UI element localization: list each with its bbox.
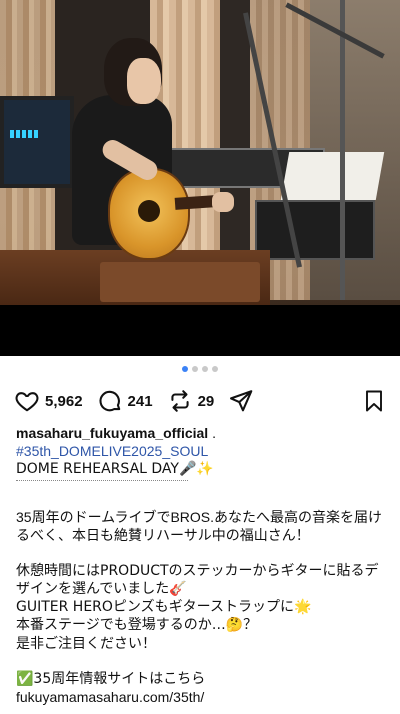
caption-divider: [16, 480, 188, 481]
repost-count: 29: [197, 392, 215, 410]
carousel-indicator: [0, 366, 400, 378]
share-icon: [230, 390, 253, 412]
caption-headline: DOME REHEARSAL DAY🎤✨: [16, 461, 214, 477]
hashtag-link[interactable]: #35th_DOMELIVE2025_SOUL: [16, 442, 388, 460]
comment-icon: [99, 390, 120, 412]
save-button[interactable]: [362, 388, 386, 419]
carousel-dot: [192, 366, 198, 372]
like-button[interactable]: 5,962: [14, 388, 83, 414]
carousel-dot: [202, 366, 208, 372]
caption-line: GUITER HEROピンズもギターストラップに🌟: [16, 599, 312, 615]
repost-icon: [170, 390, 189, 412]
post-photo[interactable]: [0, 0, 400, 356]
post-action-bar: 5,962 241 29: [14, 386, 386, 416]
rehearsal-photo: [0, 0, 400, 305]
caption-link-intro: ✅35周年情報サイトはこちら: [16, 671, 206, 687]
comment-count: 241: [127, 392, 153, 410]
external-link[interactable]: fukuyamamasaharu.com/35th/: [16, 688, 388, 706]
username-suffix: .: [208, 425, 216, 441]
repost-button[interactable]: 29: [167, 388, 215, 414]
carousel-dot-active: [182, 366, 188, 372]
bookmark-icon: [366, 390, 382, 412]
caption-paragraph: 休憩時間にはPRODUCTのステッカーからギターに貼るデザインを選んでいました🎸: [16, 563, 379, 597]
caption-paragraph: 35周年のドームライブでBROS.あなたへ最高の音楽を届けるべく、本日も絶賛リハ…: [16, 509, 383, 543]
comment-button[interactable]: 241: [97, 388, 153, 414]
username-link[interactable]: masaharu_fukuyama_official: [16, 425, 208, 441]
caption-line: 是非ご注目ください！: [16, 635, 156, 651]
carousel-dot: [212, 366, 218, 372]
heart-icon: [15, 392, 39, 412]
share-button[interactable]: [228, 388, 254, 414]
caption-line: 本番ステージでも登場するのか…🤔？: [16, 617, 258, 633]
like-count: 5,962: [45, 392, 83, 410]
post-caption: masaharu_fukuyama_official . #35th_DOMEL…: [16, 424, 388, 706]
